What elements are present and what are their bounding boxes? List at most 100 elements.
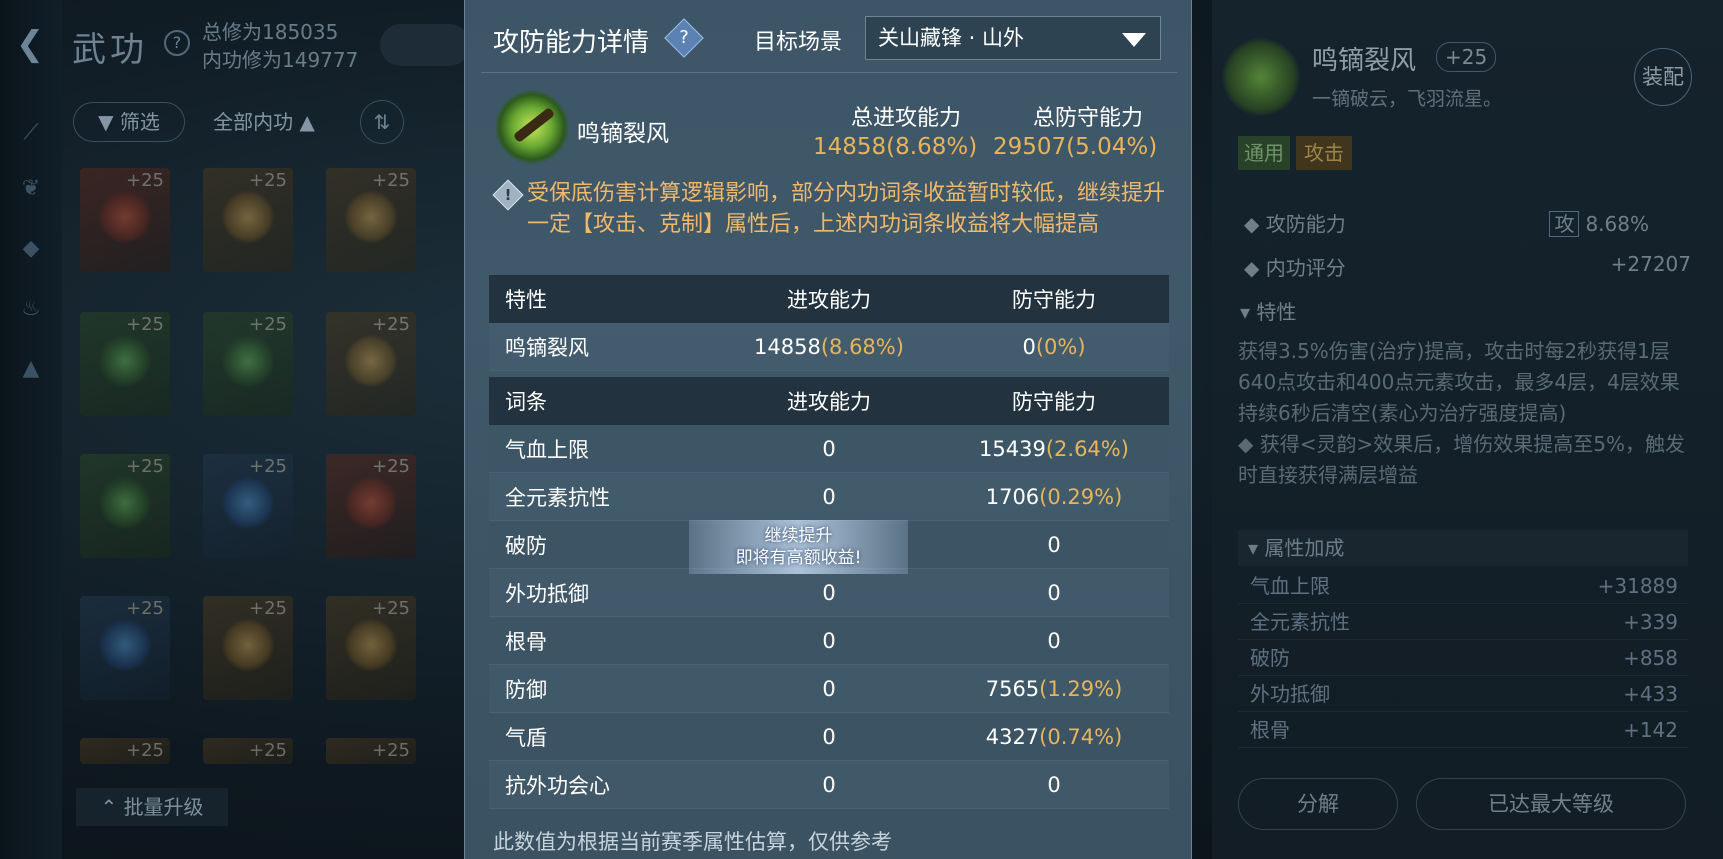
back-arrow-icon[interactable]: ❮ [8, 22, 52, 66]
row-attack: 0 [822, 484, 836, 509]
max-level-button[interactable]: 已达最大等级 [1416, 778, 1686, 830]
row-attack: 0 [822, 724, 836, 749]
skill-card[interactable]: +25 [80, 312, 170, 416]
skill-icon [1222, 38, 1300, 116]
row-defense: 0 [1047, 580, 1061, 605]
header-trait: 特性 [505, 288, 547, 312]
search-button[interactable] [380, 24, 470, 66]
row-name: 全元素抗性 [505, 485, 610, 510]
total-defense-value: 29507(5.04%) [993, 134, 1158, 160]
category-dropdown[interactable]: 全部内功 ▲ [188, 102, 340, 142]
header-attack: 进攻能力 [787, 390, 871, 414]
row-defense: 15439(2.64%) [979, 436, 1129, 461]
attr-row: 外功抵御 +433 [1238, 676, 1688, 712]
power-label: ◆ 攻防能力 [1244, 212, 1346, 236]
total-attack-label: 总进攻能力 [851, 106, 962, 131]
attr-row: 破防 +858 [1238, 640, 1688, 676]
skill-name: 鸣镝裂风 [577, 121, 669, 147]
nav-leaf-icon[interactable]: ❦ [18, 176, 44, 202]
detail-skill-name: 鸣镝裂风 [1312, 46, 1417, 76]
row-attack: 14858(8.68%) [754, 334, 904, 359]
row-attack: 0 [822, 628, 836, 653]
table-header: 词条 进攻能力 防守能力 [489, 377, 1169, 425]
scene-dropdown[interactable]: 关山藏锋 · 山外 [865, 16, 1161, 60]
row-name: 破防 [505, 533, 547, 558]
trait-table: 特性 进攻能力 防守能力 鸣镝裂风 14858(8.68%) 0(0%) [489, 275, 1169, 371]
row-name: 根骨 [505, 629, 547, 654]
row-defense: 0(0%) [1022, 334, 1086, 359]
attr-row: 气血上限 +31889 [1238, 568, 1688, 604]
row-attack: 0 [822, 676, 836, 701]
cultivation-inner: 内功修为149777 [202, 48, 359, 72]
nav-drop-icon[interactable]: ◆ [18, 236, 44, 262]
skill-card[interactable]: +25 [326, 738, 416, 764]
decompose-button[interactable]: 分解 [1238, 778, 1398, 830]
skill-card[interactable]: +25 [80, 596, 170, 700]
sort-icon[interactable]: ⇅ [360, 100, 404, 144]
row-name: 气盾 [505, 725, 547, 750]
upgrade-promo-banner: 继续提升 即将有高额收益! [689, 520, 908, 574]
detail-subtitle: 一镝破云，飞羽流星。 [1312, 88, 1503, 110]
row-attack: 0 [822, 772, 836, 797]
nav-sword-icon[interactable]: ⟋ [18, 120, 44, 146]
table-row: 全元素抗性 0 1706(0.29%) [489, 473, 1169, 521]
detail-level-badge: +25 [1436, 42, 1497, 72]
row-name: 气血上限 [505, 437, 589, 462]
skill-card[interactable]: +25 [80, 738, 170, 764]
filter-button[interactable]: ▼ 筛选 [73, 102, 185, 142]
tag-general: 通用 [1238, 136, 1290, 170]
table-header: 特性 进攻能力 防守能力 [489, 275, 1169, 323]
skill-card[interactable]: +25 [203, 312, 293, 416]
skill-card[interactable]: +25 [326, 168, 416, 272]
skill-card[interactable]: +25 [80, 168, 170, 272]
score-value: +27207 [1610, 252, 1691, 276]
chevron-down-icon [1122, 33, 1146, 47]
header-attack: 进攻能力 [787, 288, 871, 312]
score-label: ◆ 内功评分 [1244, 256, 1346, 280]
page-title: 武功 [72, 30, 148, 70]
notice-text: 受保底伤害计算逻辑影响，部分内功词条收益暂时较低，继续提升一定【攻击、克制】属性… [527, 181, 1166, 237]
row-name: 鸣镝裂风 [505, 335, 589, 360]
skill-card[interactable]: +25 [203, 738, 293, 764]
table-row: 外功抵御 0 0 [489, 569, 1169, 617]
row-defense: 4327(0.74%) [985, 724, 1123, 749]
tag-attack: 攻击 [1296, 136, 1352, 170]
entry-table: 词条 进攻能力 防守能力 气血上限 0 15439(2.64%) 全元素抗性 0… [489, 377, 1169, 809]
row-defense: 0 [1047, 628, 1061, 653]
row-defense: 0 [1047, 772, 1061, 797]
row-name: 外功抵御 [505, 581, 589, 606]
cultivation-total: 总修为185035 [202, 20, 339, 44]
skill-card[interactable]: +25 [326, 454, 416, 558]
left-nav: ❮ ⟋ ❦ ◆ ♨ ▲ [0, 0, 62, 859]
table-row: 防御 0 7565(1.29%) [489, 665, 1169, 713]
header-defense: 防守能力 [1012, 390, 1096, 414]
help-icon-bg[interactable]: ? [164, 30, 190, 56]
power-value: 攻 8.68% [1549, 208, 1649, 237]
row-defense: 7565(1.29%) [985, 676, 1123, 701]
nav-mountain-icon[interactable]: ▲ [18, 356, 44, 382]
skill-card[interactable]: +25 [203, 454, 293, 558]
help-icon[interactable]: ? [664, 18, 704, 58]
attr-section-header: ▾ 属性加成 [1238, 530, 1688, 566]
skill-card[interactable]: +25 [203, 596, 293, 700]
batch-upgrade-button[interactable]: ⌃ 批量升级 [76, 788, 228, 826]
skill-icon [495, 90, 569, 164]
table-row: 根骨 0 0 [489, 617, 1169, 665]
skill-card[interactable]: +25 [80, 454, 170, 558]
total-attack-value: 14858(8.68%) [813, 134, 978, 160]
trait-description: 获得3.5%伤害(治疗)提高，攻击时每2秒获得1层640点攻击和400点元素攻击… [1238, 339, 1685, 487]
skill-card[interactable]: +25 [203, 168, 293, 272]
footer-note: 此数值为根据当前赛季属性估算，仅供参考 [493, 830, 892, 854]
attr-row: 根骨 +142 [1238, 712, 1688, 748]
scene-label: 目标场景 [754, 30, 843, 55]
attack-defense-detail-modal: 攻防能力详情 ? 目标场景 关山藏锋 · 山外 鸣镝裂风 总进攻能力 14858… [464, 0, 1192, 859]
row-defense: 0 [1047, 532, 1061, 557]
table-row: 抗外功会心 0 0 [489, 761, 1169, 809]
equip-button[interactable]: 装配 [1634, 48, 1692, 106]
header-defense: 防守能力 [1012, 288, 1096, 312]
skill-card[interactable]: +25 [326, 596, 416, 700]
nav-flame-icon[interactable]: ♨ [18, 296, 44, 322]
modal-title: 攻防能力详情 [493, 28, 650, 58]
skill-card[interactable]: +25 [326, 312, 416, 416]
total-defense-label: 总防守能力 [1033, 106, 1144, 131]
